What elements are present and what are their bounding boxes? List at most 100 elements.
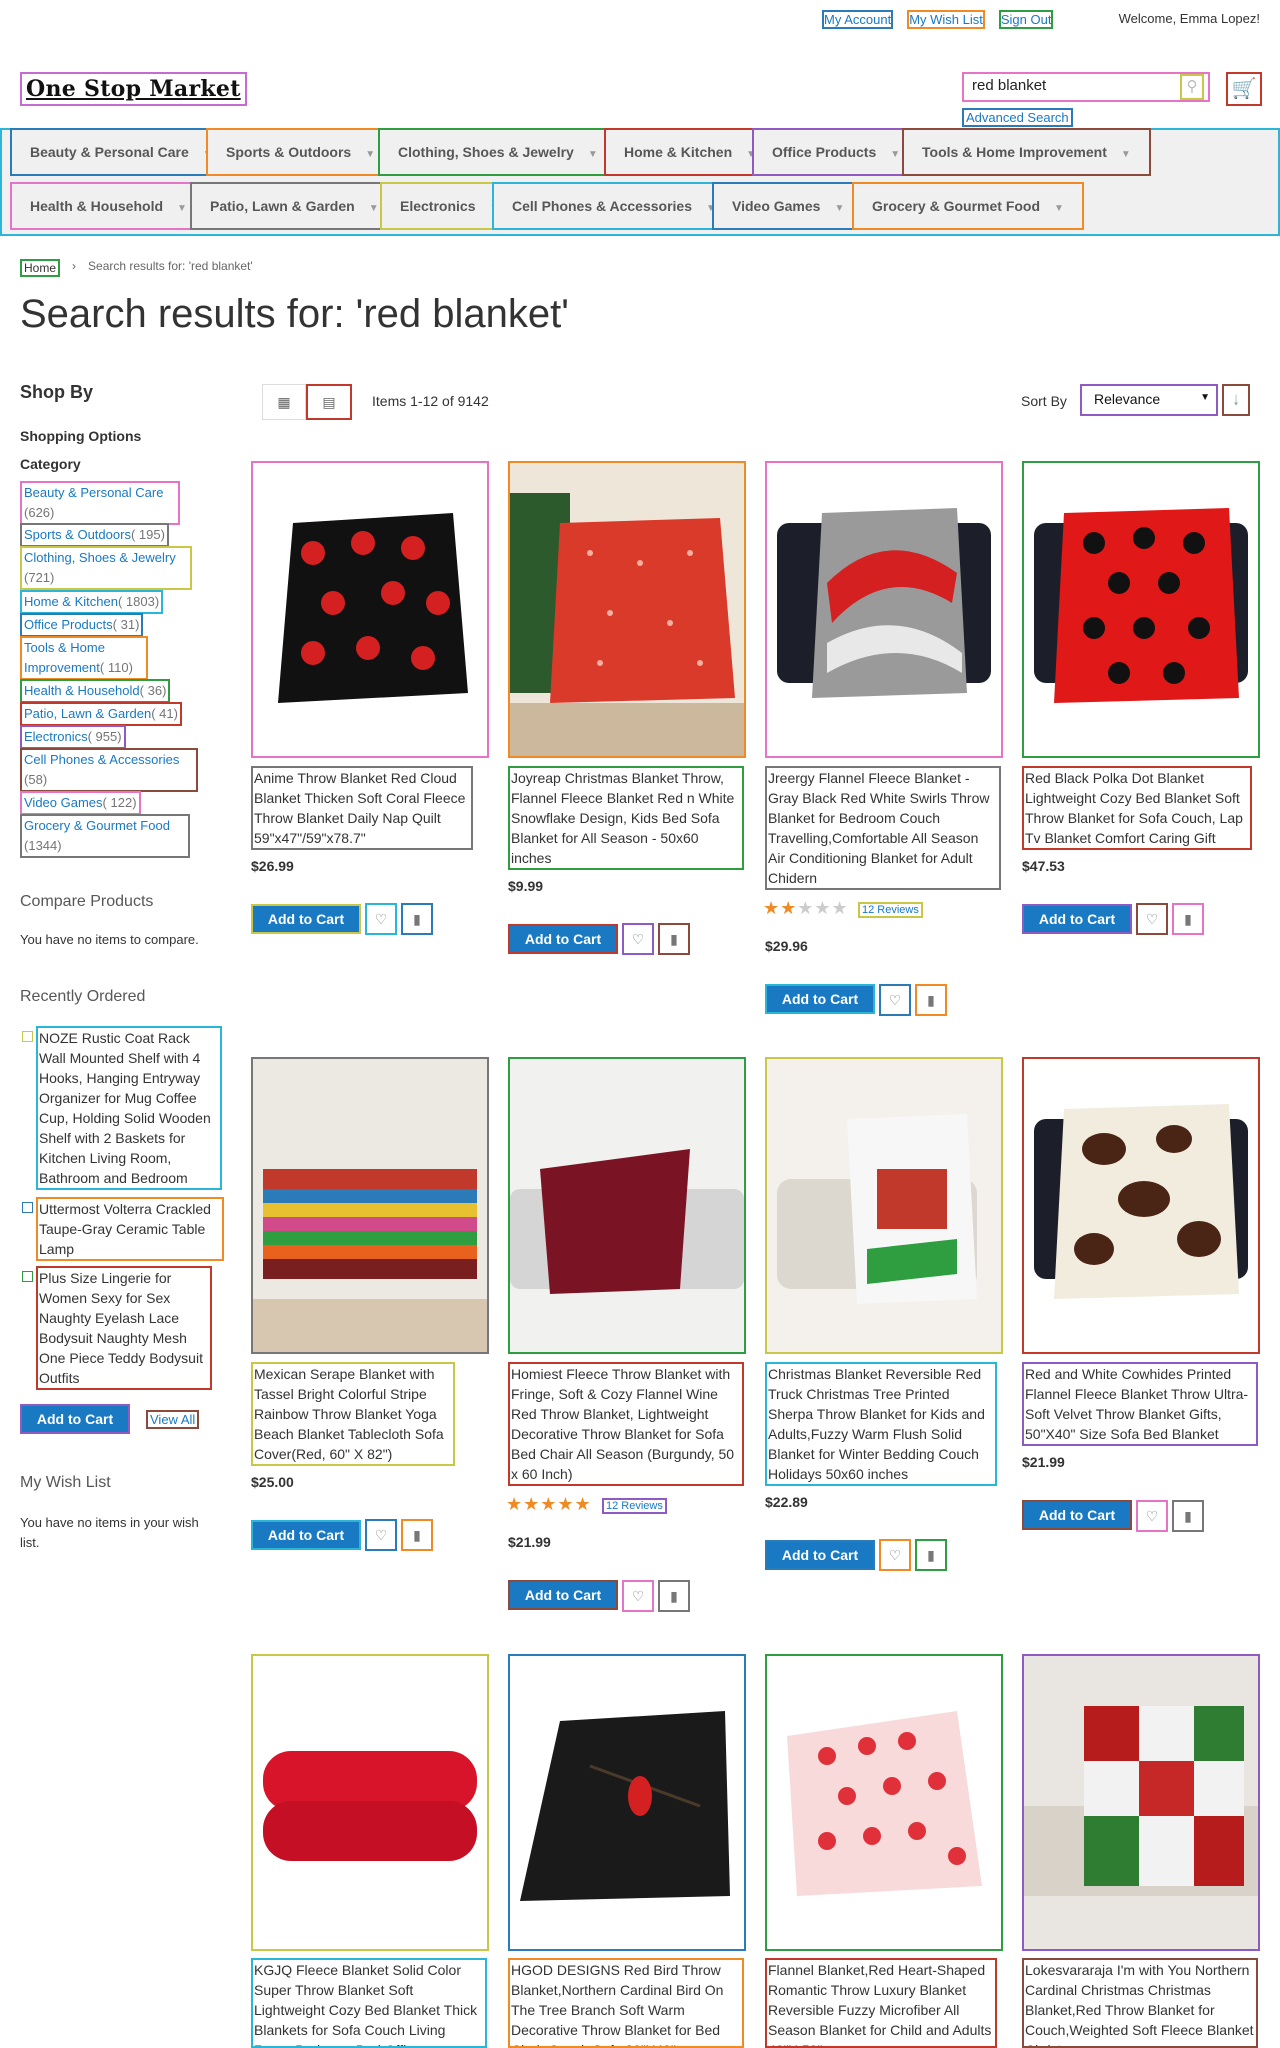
filter-video-games[interactable]: Video Games( 122) [20, 791, 141, 815]
product-image[interactable] [1022, 461, 1260, 758]
heart-icon[interactable]: ♡ [879, 984, 911, 1016]
recent-item[interactable]: NOZE Rustic Coat Rack Wall Mounted Shelf… [36, 1026, 222, 1190]
add-to-cart-button[interactable]: Add to Cart [251, 904, 361, 934]
my-account-link[interactable]: My Account [822, 10, 894, 29]
nav-label: Home & Kitchen [624, 144, 733, 160]
product-name[interactable]: Flannel Blanket,Red Heart-Shaped Romanti… [765, 1958, 997, 2048]
nav-sports[interactable]: Sports & Outdoors ▼ [206, 128, 396, 176]
filter-health[interactable]: Health & Household( 36) [20, 679, 171, 703]
filter-sports[interactable]: Sports & Outdoors( 195) [20, 523, 169, 547]
add-to-cart-button[interactable]: Add to Cart [765, 984, 875, 1014]
product-image[interactable] [251, 1057, 489, 1354]
recent-add-to-cart-button[interactable]: Add to Cart [20, 1404, 130, 1434]
sort-select[interactable]: Relevance ▼ [1080, 384, 1218, 416]
product-name[interactable]: Homiest Fleece Throw Blanket with Fringe… [508, 1362, 744, 1486]
product-photo [767, 463, 1001, 756]
filter-cell-phones[interactable]: Cell Phones & Accessories (58) [20, 748, 198, 792]
product-price: $29.96 [765, 938, 808, 954]
chart-icon[interactable]: ▮ [915, 1539, 947, 1571]
filter-clothing[interactable]: Clothing, Shoes & Jewelry (721) [20, 546, 192, 590]
add-to-cart-button[interactable]: Add to Cart [1022, 1500, 1132, 1530]
nav-patio[interactable]: Patio, Lawn & Garden ▼ [190, 182, 399, 230]
nav-cell-phones[interactable]: Cell Phones & Accessories ▼ [492, 182, 736, 230]
filter-patio[interactable]: Patio, Lawn & Garden( 41) [20, 702, 182, 726]
reviews-link[interactable]: 12 Reviews [858, 902, 923, 918]
product-name[interactable]: Mexican Serape Blanket with Tassel Brigh… [251, 1362, 455, 1466]
recent-item[interactable]: Uttermost Volterra Crackled Taupe-Gray C… [36, 1197, 224, 1261]
filter-grocery[interactable]: Grocery & Gourmet Food (1344) [20, 814, 190, 858]
add-to-cart-button[interactable]: Add to Cart [508, 1580, 618, 1610]
product-image[interactable] [1022, 1057, 1260, 1354]
chart-icon[interactable]: ▮ [401, 903, 433, 935]
recent-checkbox[interactable] [22, 1031, 33, 1042]
product-image[interactable] [1022, 1654, 1260, 1951]
product-name[interactable]: Joyreap Christmas Blanket Throw, Flannel… [508, 766, 744, 870]
recent-item[interactable]: Plus Size Lingerie for Women Sexy for Se… [36, 1266, 212, 1390]
wish-list-link[interactable]: My Wish List [907, 10, 985, 29]
filter-tools[interactable]: Tools & Home Improvement( 110) [20, 636, 148, 680]
chart-icon[interactable]: ▮ [658, 1580, 690, 1612]
chart-icon[interactable]: ▮ [1172, 903, 1204, 935]
breadcrumb-home[interactable]: Home [20, 259, 61, 277]
product-name[interactable]: Lokesvararaja I'm with You Northern Card… [1022, 1958, 1258, 2048]
nav-clothing[interactable]: Clothing, Shoes & Jewelry ▼ [378, 128, 618, 176]
reviews-link[interactable]: 12 Reviews [602, 1498, 667, 1514]
product-image[interactable] [765, 461, 1003, 758]
nav-video-games[interactable]: Video Games ▼ [712, 182, 865, 230]
nav-label: Video Games [732, 198, 821, 214]
product-image[interactable] [251, 461, 489, 758]
cart-icon[interactable]: 🛒 [1226, 72, 1262, 106]
logo[interactable]: One Stop Market [20, 72, 247, 106]
product-name[interactable]: Christmas Blanket Reversible Red Truck C… [765, 1362, 997, 1486]
heart-icon[interactable]: ♡ [622, 1580, 654, 1612]
count-value: 122 [110, 795, 133, 810]
sign-out-link[interactable]: Sign Out [998, 10, 1054, 29]
add-to-cart-button[interactable]: Add to Cart [508, 924, 618, 954]
product-image[interactable] [508, 1654, 746, 1951]
filter-electronics[interactable]: Electronics( 955) [20, 725, 126, 749]
product-name[interactable]: HGOD DESIGNS Red Bird Throw Blanket,Nort… [508, 1958, 744, 2048]
view-all-link[interactable]: View All [146, 1410, 200, 1429]
add-to-cart-button[interactable]: Add to Cart [765, 1540, 875, 1570]
product-name[interactable]: Red Black Polka Dot Blanket Lightweight … [1022, 766, 1252, 850]
advanced-search-link[interactable]: Advanced Search [962, 108, 1073, 127]
grid-view-icon[interactable]: ▦ [262, 384, 306, 420]
chart-icon[interactable]: ▮ [658, 923, 690, 955]
product-image[interactable] [251, 1654, 489, 1951]
nav-office[interactable]: Office Products ▼ [752, 128, 921, 176]
nav-tools[interactable]: Tools & Home Improvement ▼ [902, 128, 1151, 176]
nav-home-kitchen[interactable]: Home & Kitchen▼ [604, 128, 777, 176]
heart-icon[interactable]: ♡ [365, 903, 397, 935]
heart-icon[interactable]: ♡ [365, 1519, 397, 1551]
add-to-cart-button[interactable]: Add to Cart [251, 1520, 361, 1550]
product-image[interactable] [765, 1057, 1003, 1354]
chart-icon[interactable]: ▮ [915, 984, 947, 1016]
heart-icon[interactable]: ♡ [879, 1539, 911, 1571]
sort-direction-icon[interactable]: 🠓 [1222, 384, 1250, 416]
chart-icon[interactable]: ▮ [1172, 1500, 1204, 1532]
filter-home-kitchen[interactable]: Home & Kitchen( 1803) [20, 590, 164, 614]
heart-icon[interactable]: ♡ [1136, 903, 1168, 935]
chart-icon[interactable]: ▮ [401, 1519, 433, 1551]
nav-health[interactable]: Health & Household ▼ [10, 182, 207, 230]
heart-icon[interactable]: ♡ [1136, 1500, 1168, 1532]
recent-checkbox[interactable] [22, 1202, 33, 1213]
product-image[interactable] [508, 1057, 746, 1354]
product-image[interactable] [765, 1654, 1003, 1951]
filter-office[interactable]: Office Products( 31) [20, 613, 144, 637]
heart-icon[interactable]: ♡ [622, 923, 654, 955]
list-view-icon[interactable]: ▤ [306, 384, 352, 420]
product-name[interactable]: KGJQ Fleece Blanket Solid Color Super Th… [251, 1958, 487, 2048]
nav-grocery[interactable]: Grocery & Gourmet Food ▼ [852, 182, 1084, 230]
search-input[interactable]: red blanket [962, 72, 1210, 102]
filter-beauty[interactable]: Beauty & Personal Care (626) [20, 481, 180, 525]
nav-beauty[interactable]: Beauty & Personal Care▼ [10, 128, 233, 176]
search-icon[interactable]: ⚲ [1180, 74, 1204, 100]
product-name[interactable]: Red and White Cowhides Printed Flannel F… [1022, 1362, 1258, 1446]
recent-checkbox[interactable] [22, 1271, 33, 1282]
category-filter-title[interactable]: Category [20, 456, 230, 472]
product-image[interactable] [508, 461, 746, 758]
product-name[interactable]: Jreergy Flannel Fleece Blanket - Gray Bl… [765, 766, 1001, 890]
product-name[interactable]: Anime Throw Blanket Red Cloud Blanket Th… [251, 766, 473, 850]
add-to-cart-button[interactable]: Add to Cart [1022, 904, 1132, 934]
